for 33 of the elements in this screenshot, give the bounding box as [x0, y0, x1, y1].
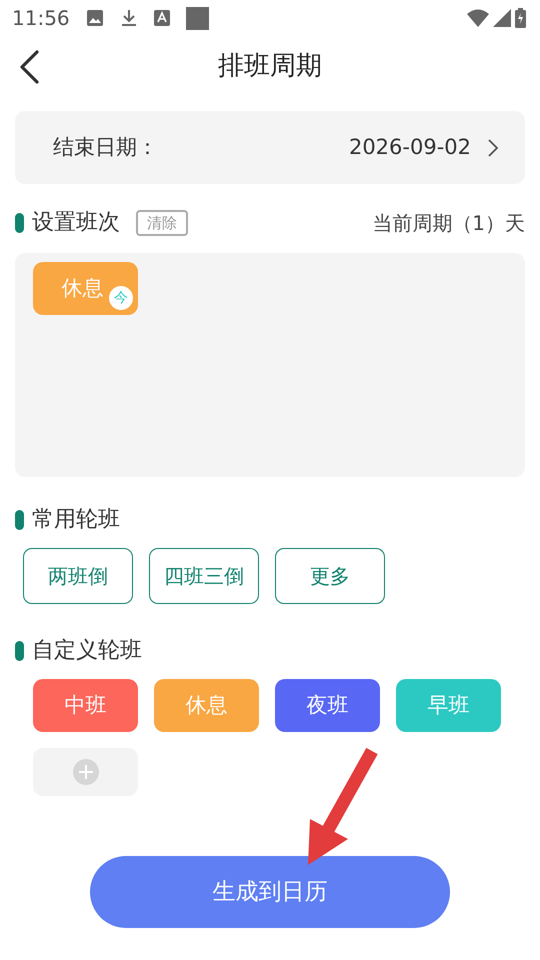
plus-icon: [72, 759, 98, 785]
back-icon[interactable]: [18, 50, 40, 84]
wifi-icon: [467, 9, 489, 27]
rotation-option-button[interactable]: 四班三倒: [149, 548, 259, 604]
date-label: 结束日期：: [53, 134, 158, 161]
cycle-summary: 当前周期（1）天: [372, 210, 525, 236]
today-badge: 今: [109, 286, 133, 310]
section-title: 常用轮班: [32, 506, 120, 534]
page-title: 排班周期: [218, 50, 322, 82]
shift-tile[interactable]: 中班: [33, 679, 138, 732]
shift-tile[interactable]: 早班: [396, 679, 501, 732]
clear-button[interactable]: 清除: [136, 210, 188, 236]
image-icon: [86, 9, 104, 27]
rotation-option-button[interactable]: 更多: [275, 548, 385, 604]
download-icon: [120, 9, 138, 27]
shift-tile[interactable]: 休息: [154, 679, 259, 732]
signal-icon: [493, 9, 511, 27]
generate-calendar-button[interactable]: 生成到日历: [90, 856, 450, 928]
square-icon: [186, 6, 209, 30]
rotation-option-button[interactable]: 两班倒: [23, 548, 133, 604]
section-marker-icon: [15, 510, 24, 530]
section-marker-icon: [15, 212, 24, 232]
date-row[interactable]: 结束日期： 2026-09-02: [15, 111, 525, 184]
battery-icon: [515, 8, 526, 28]
font-icon: [154, 10, 170, 26]
section-title: 自定义轮班: [32, 637, 142, 665]
clock-time: 11:56: [12, 5, 70, 32]
shift-tile[interactable]: 夜班: [275, 679, 380, 732]
chevron-right-icon: [487, 138, 499, 158]
shift-tile[interactable]: 休息 今: [33, 262, 138, 315]
section-title: 设置班次: [32, 209, 120, 237]
date-value: 2026-09-02: [348, 134, 471, 161]
section-marker-icon: [15, 640, 24, 660]
